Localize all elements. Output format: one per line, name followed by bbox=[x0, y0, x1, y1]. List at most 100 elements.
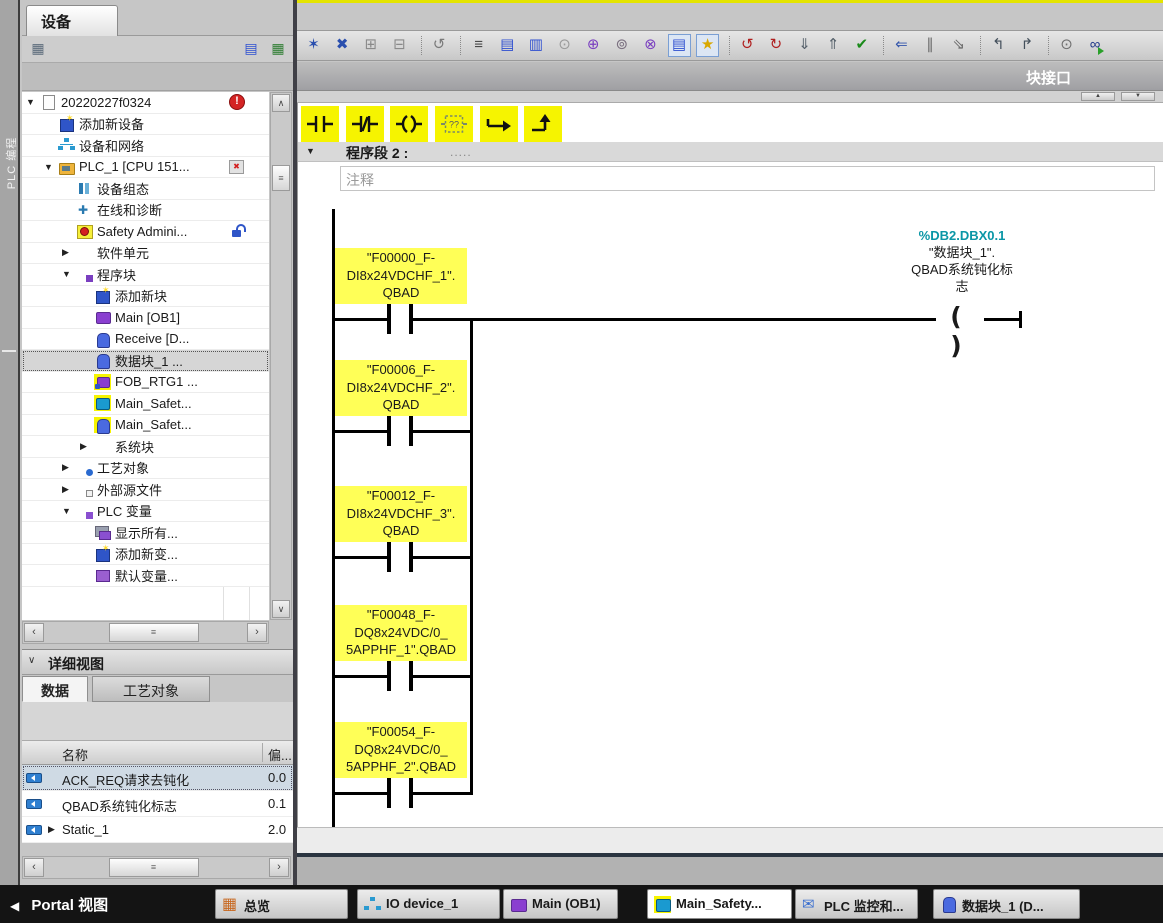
detail-view-header[interactable]: ∨ 详细视图 bbox=[22, 649, 293, 675]
filter-icon[interactable]: ▦ bbox=[28, 39, 48, 59]
tree-expander[interactable]: ▶ bbox=[62, 247, 76, 258]
cross-reference-icon[interactable]: ⇘ bbox=[947, 34, 970, 57]
download-icon[interactable]: ⇓ bbox=[793, 34, 816, 57]
tree-row[interactable]: Receive [D... bbox=[22, 329, 269, 351]
network-comment-field[interactable]: 注释 bbox=[340, 166, 1155, 191]
ladder-contact[interactable]: "F00006_F- DI8x24VDCHF_2". QBAD bbox=[298, 360, 1163, 448]
monitoring-icon[interactable]: ∞ bbox=[1084, 34, 1107, 57]
tree-row[interactable]: ▶ 系统块 bbox=[22, 436, 269, 458]
delete-network-icon[interactable]: ✖ bbox=[331, 34, 354, 57]
details-view-icon[interactable]: ▤ bbox=[241, 39, 261, 59]
ladder-contact[interactable]: "F00054_F- DQ8x24VDC/0_ 5APPHF_2".QBAD bbox=[298, 722, 1163, 810]
taskbar-button[interactable]: 总览 bbox=[215, 889, 348, 919]
taskbar-button[interactable]: 数据块_1 (D... bbox=[933, 889, 1080, 919]
tree-horizontal-scrollbar[interactable]: ‹ ≡ › bbox=[22, 621, 269, 644]
tree-row[interactable]: ▼ 20220227f0324 bbox=[22, 92, 269, 114]
absolute-operands-icon[interactable]: ≡ bbox=[467, 34, 490, 57]
favorite-contact-no-icon[interactable] bbox=[301, 106, 339, 142]
favorite-coil-icon[interactable] bbox=[390, 106, 428, 142]
tab-data[interactable]: 数据 bbox=[22, 676, 88, 702]
splitter-collapse-up-button[interactable]: ▲ bbox=[1081, 92, 1115, 101]
row-expander[interactable]: ▶ bbox=[48, 824, 55, 835]
tree-row[interactable]: 设备和网络 bbox=[22, 135, 269, 157]
contact-operand-label[interactable]: "F00012_F- DI8x24VDCHF_3". QBAD bbox=[335, 486, 467, 542]
tree-row[interactable]: 设备组态 bbox=[22, 178, 269, 200]
network-open-icon[interactable]: ▤ bbox=[496, 34, 519, 57]
detail-horizontal-scrollbar[interactable]: ‹ ≡ › bbox=[22, 856, 291, 879]
scroll-thumb[interactable]: ≡ bbox=[109, 623, 199, 642]
tree-row[interactable]: Main [OB1] bbox=[22, 307, 269, 329]
tree-row[interactable]: 添加新设备 bbox=[22, 114, 269, 136]
network-expander[interactable]: ▼ bbox=[306, 146, 315, 156]
taskbar-button[interactable]: Main_Safety... bbox=[647, 889, 792, 919]
upload-icon[interactable]: ⇑ bbox=[822, 34, 845, 57]
favorite-contact-nc-icon[interactable] bbox=[346, 106, 384, 142]
ladder-contact[interactable]: "F00048_F- DQ8x24VDC/0_ 5APPHF_1".QBAD bbox=[298, 605, 1163, 693]
scroll-right-button[interactable]: › bbox=[247, 623, 267, 642]
column-name[interactable]: 名称 bbox=[62, 745, 88, 764]
tree-row[interactable]: ▶ 工艺对象 bbox=[22, 458, 269, 480]
column-offset[interactable]: 偏... bbox=[268, 745, 292, 764]
scroll-left-button[interactable]: ‹ bbox=[24, 623, 44, 642]
tree-expander[interactable]: ▼ bbox=[62, 269, 76, 279]
multi-instance-icon[interactable]: ⊚ bbox=[610, 34, 633, 57]
network-comments-icon[interactable]: ⊙ bbox=[553, 34, 576, 57]
favorite-empty-box-icon[interactable]: ?? bbox=[435, 106, 473, 142]
expand-networks-icon[interactable]: ▤ bbox=[668, 34, 691, 57]
insert-row-icon[interactable]: ⊞ bbox=[359, 34, 382, 57]
next-position-icon[interactable]: ↱ bbox=[1015, 34, 1038, 57]
assignment-list-icon[interactable]: ∥ bbox=[919, 34, 942, 57]
delete-row-icon[interactable]: ⊟ bbox=[388, 34, 411, 57]
tree-expander[interactable]: ▼ bbox=[26, 97, 40, 107]
tree-row[interactable]: 数据块_1 ... bbox=[22, 350, 269, 372]
tree-row[interactable]: FOB_RTG1 ... bbox=[22, 372, 269, 394]
tab-tech-objects[interactable]: 工艺对象 bbox=[92, 676, 210, 702]
tree-row[interactable]: ▼ 程序块 bbox=[22, 264, 269, 286]
scroll-down-button[interactable]: ∨ bbox=[272, 600, 290, 618]
taskbar-button[interactable]: IO device_1 bbox=[357, 889, 500, 919]
tree-row[interactable]: ▶ 软件单元 bbox=[22, 243, 269, 265]
tree-row[interactable]: 显示所有... bbox=[22, 522, 269, 544]
export-icon[interactable]: ▦ bbox=[268, 39, 288, 59]
tree-row[interactable]: 在线和诊断 bbox=[22, 200, 269, 222]
coil-icon[interactable]: ( ) bbox=[934, 302, 986, 360]
ladder-contact[interactable]: "F00000_F- DI8x24VDCHF_1". QBAD bbox=[298, 248, 1163, 336]
detail-table-row[interactable]: ▶ Static_1 2.0 bbox=[22, 817, 293, 843]
favorites-toggle-icon[interactable]: ★ bbox=[696, 34, 719, 57]
previous-position-icon[interactable]: ↰ bbox=[987, 34, 1010, 57]
restore-online-icon[interactable]: ↻ bbox=[764, 34, 787, 57]
tree-expander[interactable]: ▼ bbox=[44, 162, 58, 172]
tree-row[interactable]: 添加新变... bbox=[22, 544, 269, 566]
keep-actual-values-icon[interactable]: ↺ bbox=[428, 34, 451, 57]
contact-operand-label[interactable]: "F00006_F- DI8x24VDCHF_2". QBAD bbox=[335, 360, 467, 416]
interface-splitter[interactable]: ▲ ▼ bbox=[297, 91, 1163, 103]
favorite-close-branch-icon[interactable] bbox=[524, 106, 562, 142]
taskbar-button[interactable]: Main (OB1) bbox=[503, 889, 618, 919]
tree-row[interactable]: Main_Safet... bbox=[22, 415, 269, 437]
tree-row[interactable]: ▶ 外部源文件 bbox=[22, 479, 269, 501]
network-title-bar[interactable]: ▼ 程序段 2 : ..... bbox=[298, 142, 1163, 162]
block-interface-bar[interactable]: 块接口 bbox=[297, 62, 1163, 91]
column-separator[interactable] bbox=[262, 743, 263, 762]
tree-expander[interactable]: ▶ bbox=[62, 484, 76, 495]
ladder-contact[interactable]: "F00012_F- DI8x24VDCHF_3". QBAD bbox=[298, 486, 1163, 574]
contact-operand-label[interactable]: "F00000_F- DI8x24VDCHF_1". QBAD bbox=[335, 248, 467, 304]
collapse-icon[interactable]: ∨ bbox=[28, 655, 35, 666]
taskbar-button[interactable]: PLC 监控和... bbox=[795, 889, 918, 919]
call-structure-icon[interactable]: ⇐ bbox=[890, 34, 913, 57]
favorite-open-branch-icon[interactable] bbox=[480, 106, 518, 142]
splitter-collapse-down-button[interactable]: ▼ bbox=[1121, 92, 1155, 101]
detail-table-row[interactable]: ACK_REQ请求去钝化 0.0 bbox=[22, 765, 293, 791]
tree-row[interactable]: 默认变量... bbox=[22, 565, 269, 587]
detail-table-row[interactable]: QBAD系统钝化标志 0.1 bbox=[22, 791, 293, 817]
tree-row[interactable]: Main_Safet... bbox=[22, 393, 269, 415]
scroll-left-button[interactable]: ‹ bbox=[24, 858, 44, 877]
tab-devices[interactable]: 设备 bbox=[26, 5, 118, 36]
contact-operand-label[interactable]: "F00054_F- DQ8x24VDC/0_ 5APPHF_2".QBAD bbox=[335, 722, 467, 778]
portal-view-button[interactable]: ◀ Portal 视图 bbox=[10, 894, 108, 915]
tree-expander[interactable]: ▼ bbox=[62, 506, 76, 516]
tree-row[interactable]: ▼ PLC 变量 bbox=[22, 501, 269, 523]
contact-operand-label[interactable]: "F00048_F- DQ8x24VDC/0_ 5APPHF_1".QBAD bbox=[335, 605, 467, 661]
tree-vertical-scrollbar[interactable]: ∧ ≡ ∨ bbox=[270, 92, 292, 620]
insert-ff-call-icon[interactable]: ⊕ bbox=[582, 34, 605, 57]
